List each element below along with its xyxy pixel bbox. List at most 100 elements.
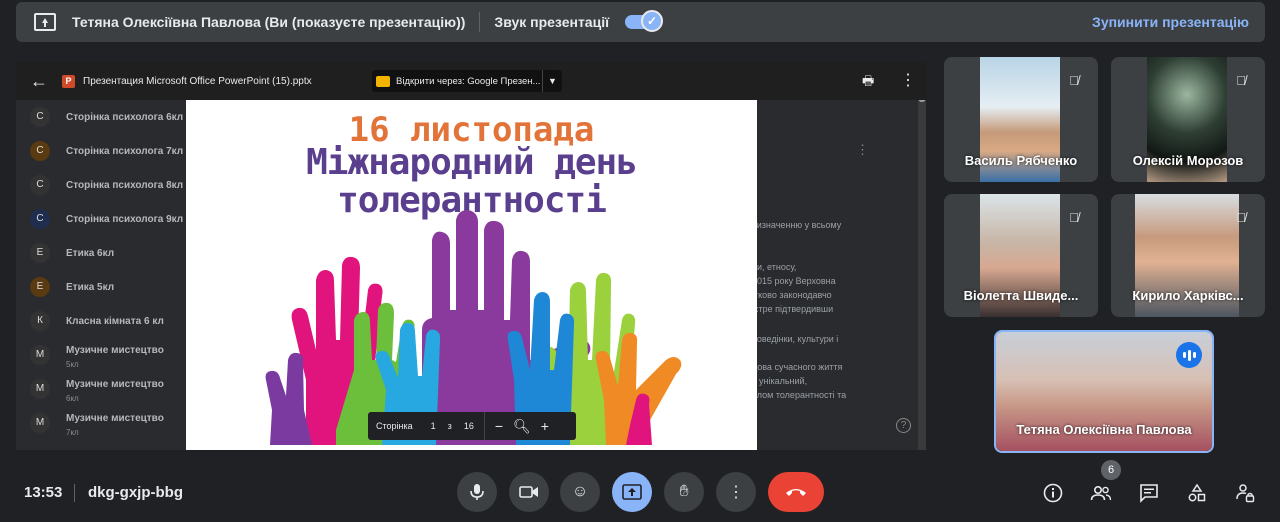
class-name: Сторінка психолога 7кл	[66, 145, 184, 157]
class-avatar: М	[30, 345, 50, 365]
videocam-icon	[519, 486, 538, 498]
open-with-button[interactable]: Відкрити через: Google Презен... ▼	[372, 70, 562, 92]
chat-button[interactable]	[1136, 480, 1162, 506]
file-name: Презентация Microsoft Office PowerPoint …	[83, 75, 312, 87]
presentation-sound-label: Звук презентації	[494, 14, 610, 30]
meeting-details-button[interactable]	[1040, 480, 1066, 506]
class-avatar: Е	[30, 277, 50, 297]
help-icon: ?	[896, 418, 911, 433]
mic-off-icon: 🎙̸	[1236, 73, 1246, 88]
zoom-in-button[interactable]: +	[541, 418, 549, 434]
class-avatar: С	[30, 209, 50, 229]
present-now-button[interactable]	[612, 472, 652, 512]
mic-off-icon: 🎙̸	[1069, 210, 1079, 225]
total-pages: 16	[463, 421, 474, 431]
presenting-bar: Тетяна Олексіївна Павлова (Ви (показуєте…	[16, 2, 1265, 42]
slide-pager: Сторінка 1 з 16 − 🔍︎ +	[368, 412, 576, 440]
presentation-slide: 16 листопада Міжнародний день толерантно…	[186, 100, 757, 450]
bg-text-line: істре підтвердивши	[752, 304, 834, 314]
mic-off-icon: 🎙̸	[1069, 73, 1079, 88]
divider	[74, 484, 75, 502]
page-of-label: з	[447, 421, 452, 431]
bg-text-line: 2015 року Верховна	[752, 276, 836, 286]
participant-tile[interactable]: 🎙̸ Віолетта Швиде...	[944, 194, 1098, 317]
page-label: Сторінка	[376, 421, 413, 431]
participant-count-badge: 6	[1101, 460, 1121, 480]
hand-icon: ✋︎	[679, 483, 689, 500]
current-page[interactable]: 1	[431, 421, 436, 431]
class-subtitle: 7кл	[66, 428, 79, 437]
print-icon[interactable]: 🖶	[862, 72, 874, 94]
bg-text-line: с унікальний,	[752, 376, 808, 386]
microphone-button[interactable]	[457, 472, 497, 512]
present-to-all-icon	[622, 484, 642, 500]
bg-text-line: дова сучасного життя	[752, 362, 843, 372]
people-icon	[1090, 485, 1112, 501]
people-button[interactable]	[1088, 480, 1114, 506]
self-participant-tile[interactable]: Тетяна Олексіївна Павлова	[994, 330, 1214, 453]
chevron-down-icon[interactable]: ▼	[542, 70, 562, 92]
slide-title-line-1: Міжнародний день	[306, 142, 638, 183]
participant-name: Василь Рябченко	[964, 153, 1078, 168]
activities-shapes-icon	[1188, 483, 1206, 502]
stop-presenting-button[interactable]: Зупинити презентацію	[1092, 14, 1249, 30]
leave-call-button[interactable]	[768, 472, 824, 512]
class-name: Класна кімната 6 кл	[66, 315, 164, 327]
present-screen-icon	[34, 13, 56, 31]
divider	[483, 412, 485, 440]
clock: 13:53	[24, 484, 63, 501]
bg-text-line: поведінки, культури і	[752, 334, 839, 344]
bg-text-line: олом толерантності та	[752, 390, 847, 400]
participant-tile[interactable]: 🎙̸ Кирило Харківс...	[1111, 194, 1265, 317]
class-avatar: С	[30, 141, 50, 161]
raise-hand-button[interactable]: ✋︎	[664, 472, 704, 512]
scrollbar[interactable]	[918, 62, 926, 450]
class-name: Музичне мистецтво	[66, 378, 164, 390]
meeting-code: dkg-gxjp-bbg	[88, 484, 183, 501]
more-vert-icon[interactable]: ⋮	[900, 70, 916, 90]
reactions-button[interactable]: ☺	[560, 472, 600, 512]
check-icon: ✓	[641, 10, 664, 32]
class-subtitle: 6кл	[66, 394, 79, 403]
class-subtitle: 5кл	[66, 360, 79, 369]
class-name: Етика 6кл	[66, 247, 115, 259]
class-name: Музичне мистецтво	[66, 344, 164, 356]
activities-button[interactable]	[1184, 480, 1210, 506]
back-arrow-icon[interactable]: ←	[30, 71, 48, 92]
class-name: Сторінка психолога 6кл	[66, 111, 184, 123]
participant-tile[interactable]: 🎙̸ Олексій Морозов	[1111, 57, 1265, 182]
more-vert-icon: ⋮	[728, 484, 744, 501]
zoom-icon: 🔍︎	[513, 417, 531, 434]
bg-text-line: ри, етносу,	[752, 262, 797, 272]
camera-button[interactable]	[509, 472, 549, 512]
more-options-button[interactable]: ⋮	[716, 472, 756, 512]
class-avatar: Е	[30, 243, 50, 263]
participant-name: Олексій Морозов	[1132, 153, 1244, 168]
class-name: Етика 5кл	[66, 281, 115, 293]
info-icon	[1043, 483, 1063, 503]
bg-text-line: визначенню у всьому	[752, 220, 842, 230]
participant-name: Кирило Харківс...	[1132, 288, 1244, 303]
class-avatar: М	[30, 413, 50, 433]
host-controls-button[interactable]	[1232, 480, 1258, 506]
mic-icon	[470, 484, 484, 500]
presentation-sound-toggle[interactable]: ✓	[625, 10, 664, 32]
class-avatar: С	[30, 175, 50, 195]
shared-screen: С Сторінка психолога 6кл С Сторінка психоло…	[16, 62, 926, 450]
presenter-text: Тетяна Олексіївна Павлова (Ви (показуєте…	[72, 14, 466, 30]
bg-text-line: ітково законодавчо	[752, 290, 832, 300]
divider	[479, 12, 481, 32]
drive-viewer-toolbar: ← P Презентация Microsoft Office PowerPo…	[16, 62, 926, 100]
class-name: Сторінка психолога 9кл	[66, 213, 184, 225]
participant-name: Віолетта Швиде...	[963, 288, 1079, 303]
google-slides-icon	[376, 75, 390, 87]
open-with-label: Відкрити через: Google Презен...	[396, 75, 541, 87]
more-vert-icon: ⋮	[856, 142, 869, 157]
class-avatar: С	[30, 107, 50, 127]
class-name: Музичне мистецтво	[66, 412, 164, 424]
powerpoint-icon: P	[62, 74, 75, 88]
zoom-out-button[interactable]: −	[495, 418, 503, 434]
participant-tile[interactable]: 🎙̸ Василь Рябченко	[944, 57, 1098, 182]
mic-off-icon: 🎙̸	[1236, 210, 1246, 225]
class-avatar: К	[30, 311, 50, 331]
